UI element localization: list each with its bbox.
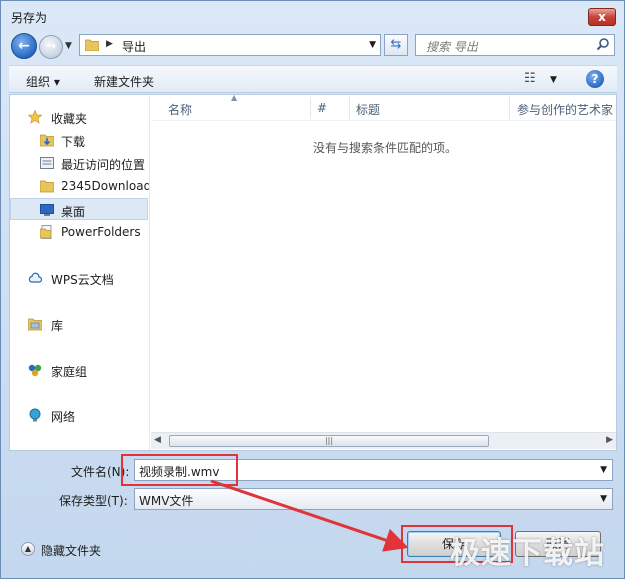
annotation-arrow [210,479,409,552]
collapse-up-icon[interactable]: ▲ [21,542,35,556]
hide-folders-label[interactable]: 隐藏文件夹 [41,542,101,559]
site-watermark: 极速下载站 [450,536,605,571]
save-as-dialog: 另存为 x ← → ▼ ▶ 导出 ▼ ⇆ 搜索 导出 组织 ▾ 新建文件夹 ☷ … [0,0,625,579]
